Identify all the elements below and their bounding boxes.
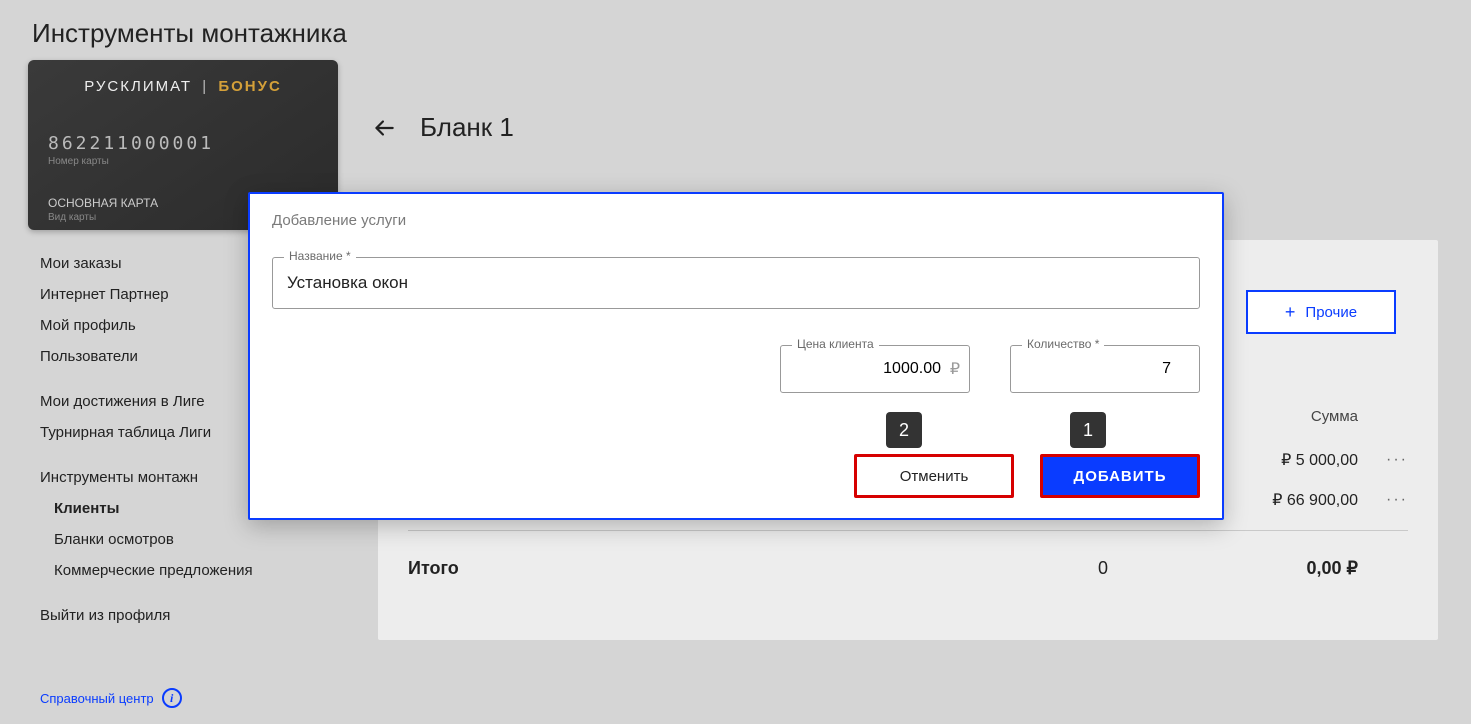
annotation-badge-1: 1 [1070,412,1106,448]
card-number-label: Номер карты [48,156,318,167]
divider [408,530,1408,531]
name-input[interactable] [272,257,1200,309]
qty-input[interactable] [1010,345,1200,393]
name-label: Название * [284,249,356,263]
page-title: Инструменты монтажника [32,18,347,49]
add-button[interactable]: ДОБАВИТЬ [1040,454,1200,498]
price-field-wrapper: Цена клиента ₽ [780,345,970,393]
totals-qty: 0 [1028,558,1178,579]
card-kind: ОСНОВНАЯ КАРТА [48,196,158,210]
row-actions[interactable]: ··· [1358,451,1408,469]
brand: РУСКЛИМАТ | БОНУС [48,78,318,95]
cancel-button[interactable]: Отменить [854,454,1014,498]
main-header: Бланк 1 [370,112,514,143]
modal-title: Добавление услуги [272,212,1200,229]
brand-left: РУСКЛИМАТ [84,78,192,95]
price-label: Цена клиента [792,337,879,351]
brand-sep: | [202,78,208,95]
arrow-left-icon [371,115,397,141]
nav-logout[interactable]: Выйти из профиля [40,600,340,631]
card-kind-label: Вид карты [48,212,158,223]
totals-row: Итого 0 0,00 ₽ [408,558,1408,579]
card-number: 862211000001 [48,133,318,154]
add-service-modal: Добавление услуги Название * Цена клиент… [248,192,1224,520]
name-field-wrapper: Название * [272,257,1200,309]
back-button[interactable] [370,114,398,142]
modal-actions: Отменить ДОБАВИТЬ [854,454,1200,498]
info-icon: i [162,688,182,708]
nav-offers[interactable]: Коммерческие предложения [40,555,340,586]
annotation-badge-2: 2 [886,412,922,448]
help-label: Справочный центр [40,691,154,706]
help-link[interactable]: Справочный центр i [40,688,182,708]
totals-label: Итого [408,558,1028,579]
blank-title: Бланк 1 [420,112,514,143]
qty-field-wrapper: Количество * [1010,345,1200,393]
qty-label: Количество * [1022,337,1104,351]
add-other-label: Прочие [1305,304,1357,321]
ruble-icon: ₽ [950,359,960,379]
nav-blanks[interactable]: Бланки осмотров [40,524,340,555]
row-actions[interactable]: ··· [1358,491,1408,509]
price-input[interactable] [780,345,970,393]
totals-sum: 0,00 ₽ [1178,558,1358,579]
add-other-button[interactable]: + Прочие [1246,290,1396,334]
brand-right: БОНУС [218,78,281,95]
plus-icon: + [1285,302,1296,323]
